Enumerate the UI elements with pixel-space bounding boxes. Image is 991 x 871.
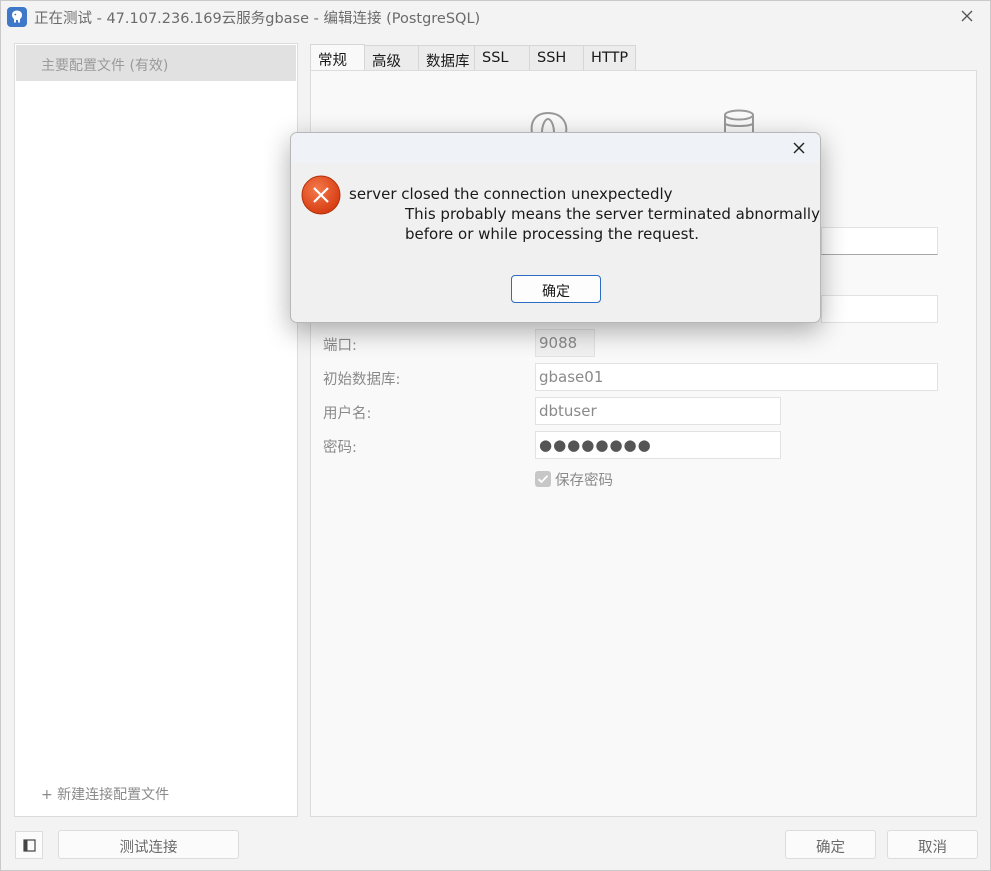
cancel-button[interactable]: 取消 (887, 830, 978, 859)
error-message-line-2: This probably means the server terminate… (405, 205, 820, 223)
test-connection-button[interactable]: 测试连接 (58, 830, 239, 859)
password-input[interactable]: ●●●●●●●● (535, 431, 781, 459)
profile-item-main[interactable]: 主要配置文件 (有效) (16, 45, 296, 81)
sidebar-panel-icon (23, 839, 36, 852)
save-password-label: 保存密码 (555, 473, 613, 489)
dialog-close-icon[interactable] (790, 139, 808, 157)
username-input[interactable]: dbtuser (535, 397, 781, 425)
window-title: 正在测试 - 47.107.236.169云服务gbase - 编辑连接 (Po… (34, 11, 481, 27)
tab-ssl[interactable]: SSL (474, 45, 530, 71)
window-close-icon[interactable] (954, 5, 980, 29)
tab-general[interactable]: 常规 (310, 44, 365, 72)
save-password-checkbox[interactable] (535, 471, 551, 487)
new-profile-link[interactable]: + 新建连接配置文件 (41, 784, 169, 804)
title-bar: 正在测试 - 47.107.236.169云服务gbase - 编辑连接 (Po… (1, 1, 990, 33)
error-icon (301, 175, 341, 215)
port-label: 端口: (323, 338, 357, 354)
tab-database[interactable]: 数据库 (418, 45, 475, 71)
url-input[interactable] (821, 295, 938, 323)
toggle-sidebar-button[interactable] (15, 831, 43, 859)
postgresql-elephant-icon (7, 7, 27, 27)
initial-database-label: 初始数据库: (323, 372, 401, 388)
edit-connection-window: 正在测试 - 47.107.236.169云服务gbase - 编辑连接 (Po… (0, 0, 991, 871)
username-label: 用户名: (323, 406, 372, 422)
dialog-title-bar (291, 133, 820, 163)
port-input[interactable]: 9088 (535, 329, 595, 357)
dialog-ok-button[interactable]: 确定 (511, 275, 601, 303)
host-input[interactable] (821, 227, 938, 255)
tab-http[interactable]: HTTP (583, 45, 636, 71)
password-label: 密码: (323, 440, 357, 456)
check-icon (537, 475, 549, 484)
initial-database-input[interactable]: gbase01 (535, 363, 938, 391)
tab-ssh[interactable]: SSH (529, 45, 584, 71)
error-message-line-1: server closed the connection unexpectedl… (349, 185, 673, 203)
error-message-line-3: before or while processing the request. (405, 225, 700, 243)
connection-profile-list: 主要配置文件 (有效) + 新建连接配置文件 (14, 43, 298, 817)
ok-button[interactable]: 确定 (785, 830, 876, 859)
error-dialog: server closed the connection unexpectedl… (290, 132, 821, 323)
tab-advanced[interactable]: 高级 (364, 45, 419, 71)
profile-item-label: 主要配置文件 (有效) (41, 58, 169, 74)
